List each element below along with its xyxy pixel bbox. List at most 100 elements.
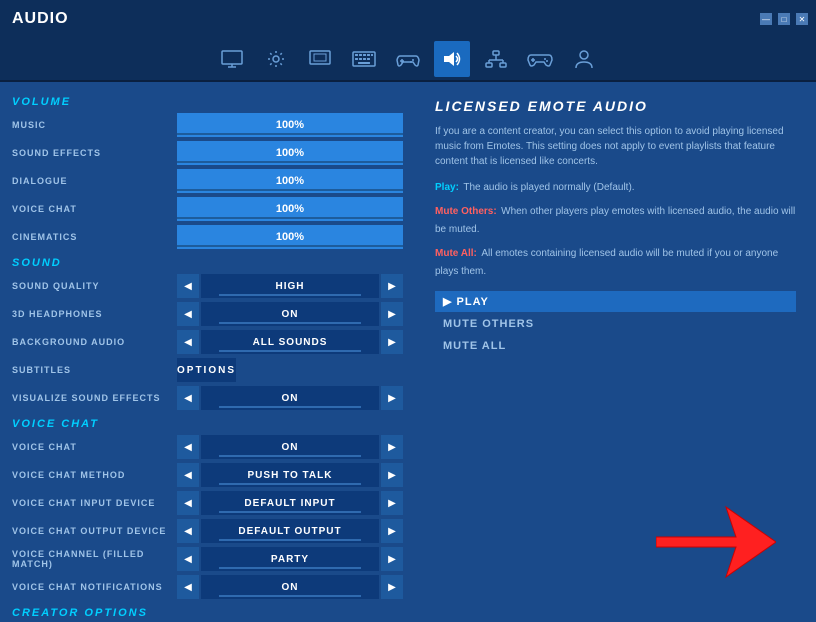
headphones-value: ON — [282, 309, 299, 320]
voice-channel-right[interactable]: ▶ — [381, 547, 403, 571]
voice-notifications-control: ◀ ON ▶ — [177, 575, 403, 599]
voice-chat-method-right[interactable]: ▶ — [381, 463, 403, 487]
sound-effects-value: 100% — [276, 147, 304, 159]
voice-input-right[interactable]: ▶ — [381, 491, 403, 515]
nav-keyboard[interactable] — [346, 41, 382, 77]
sound-section-header: SOUND — [4, 251, 411, 272]
mute-others-highlight-label: Mute Others: — [435, 206, 497, 217]
voice-input-left[interactable]: ◀ — [177, 491, 199, 515]
option-play[interactable]: ▶ PLAY — [435, 291, 796, 312]
voice-notifications-value: ON — [282, 582, 299, 593]
voice-chat-method-value-box: PUSH TO TALK — [201, 463, 379, 487]
info-paragraph: If you are a content creator, you can se… — [435, 124, 796, 169]
voice-chat-volume[interactable]: 100% — [177, 197, 403, 221]
voice-chat-value-box: ON — [201, 435, 379, 459]
cinematics-label: CINEMATICS — [12, 232, 177, 242]
emote-audio-options: ▶ PLAY MUTE OTHERS MUTE ALL — [435, 291, 796, 356]
background-audio-right[interactable]: ▶ — [381, 330, 403, 354]
voice-chat-method-left[interactable]: ◀ — [177, 463, 199, 487]
headphones-left[interactable]: ◀ — [177, 302, 199, 326]
voice-notifications-row: VOICE CHAT NOTIFICATIONS ◀ ON ▶ — [4, 573, 411, 601]
headphones-right[interactable]: ▶ — [381, 302, 403, 326]
minimize-button[interactable]: — — [760, 13, 772, 25]
volume-section-header: VOLUME — [4, 90, 411, 111]
nav-user[interactable] — [566, 41, 602, 77]
headphones-row: 3D HEADPHONES ◀ ON ▶ — [4, 300, 411, 328]
voice-notifications-value-box: ON — [201, 575, 379, 599]
visualize-left[interactable]: ◀ — [177, 386, 199, 410]
sound-quality-value-box: HIGH — [201, 274, 379, 298]
nav-bar — [0, 38, 816, 82]
subtitles-label: SUBTITLES — [12, 365, 177, 375]
voice-chat-volume-label: VOICE CHAT — [12, 204, 177, 214]
voice-channel-left[interactable]: ◀ — [177, 547, 199, 571]
voice-output-control: ◀ DEFAULT OUTPUT ▶ — [177, 519, 403, 543]
voice-input-value-box: DEFAULT INPUT — [201, 491, 379, 515]
voice-chat-row: VOICE CHAT ◀ ON ▶ — [4, 433, 411, 461]
background-audio-left[interactable]: ◀ — [177, 330, 199, 354]
voice-notifications-left[interactable]: ◀ — [177, 575, 199, 599]
info-panel-title: LICENSED EMOTE AUDIO — [435, 98, 796, 114]
right-panel: LICENSED EMOTE AUDIO If you are a conten… — [415, 82, 816, 622]
sound-quality-right[interactable]: ▶ — [381, 274, 403, 298]
dialogue-value: 100% — [276, 175, 304, 187]
background-audio-control: ◀ ALL SOUNDS ▶ — [177, 330, 403, 354]
voice-output-right[interactable]: ▶ — [381, 519, 403, 543]
mute-all-highlight-label: Mute All: — [435, 248, 477, 259]
nav-audio[interactable] — [434, 41, 470, 77]
sound-quality-control: ◀ HIGH ▶ — [177, 274, 403, 298]
visualize-value-box: ON — [201, 386, 379, 410]
nav-monitor[interactable] — [214, 41, 250, 77]
voice-notifications-right[interactable]: ▶ — [381, 575, 403, 599]
voice-input-value: DEFAULT INPUT — [244, 498, 335, 509]
play-highlight-label: Play: — [435, 182, 459, 193]
main-layout: VOLUME MUSIC 100% SOUND EFFECTS 100% DIA… — [0, 82, 816, 622]
voice-chat-left[interactable]: ◀ — [177, 435, 199, 459]
voice-output-row: VOICE CHAT OUTPUT DEVICE ◀ DEFAULT OUTPU… — [4, 517, 411, 545]
visualize-right[interactable]: ▶ — [381, 386, 403, 410]
nav-network[interactable] — [478, 41, 514, 77]
maximize-button[interactable]: □ — [778, 13, 790, 25]
voice-chat-method-value: PUSH TO TALK — [248, 470, 333, 481]
play-desc: The audio is played normally (Default). — [463, 182, 634, 193]
option-mute-others[interactable]: MUTE OTHERS — [435, 314, 796, 334]
visualize-value: ON — [282, 393, 299, 404]
red-arrow-indicator — [656, 502, 776, 582]
option-mute-all[interactable]: MUTE ALL — [435, 336, 796, 356]
sound-effects-label: SOUND EFFECTS — [12, 148, 177, 158]
title-bar: Audio — □ ✕ — [0, 0, 816, 38]
music-label: MUSIC — [12, 120, 177, 130]
subtitles-options[interactable]: OPTIONS — [177, 358, 236, 382]
voice-channel-label: VOICE CHANNEL (FILLED MATCH) — [12, 549, 177, 569]
headphones-label: 3D HEADPHONES — [12, 309, 177, 319]
voice-chat-method-row: VOICE CHAT METHOD ◀ PUSH TO TALK ▶ — [4, 461, 411, 489]
sound-quality-value: HIGH — [276, 281, 305, 292]
visualize-row: VISUALIZE SOUND EFFECTS ◀ ON ▶ — [4, 384, 411, 412]
background-audio-label: BACKGROUND AUDIO — [12, 337, 177, 347]
nav-controller[interactable] — [522, 41, 558, 77]
dialogue-volume[interactable]: 100% — [177, 169, 403, 193]
voice-output-value-box: DEFAULT OUTPUT — [201, 519, 379, 543]
sound-effects-volume[interactable]: 100% — [177, 141, 403, 165]
headphones-control: ◀ ON ▶ — [177, 302, 403, 326]
voice-chat-method-label: VOICE CHAT METHOD — [12, 470, 177, 480]
nav-display[interactable] — [302, 41, 338, 77]
dialogue-label: DIALOGUE — [12, 176, 177, 186]
nav-gear[interactable] — [258, 41, 294, 77]
headphones-value-box: ON — [201, 302, 379, 326]
music-volume[interactable]: 100% — [177, 113, 403, 137]
voice-chat-volume-row: VOICE CHAT 100% — [4, 195, 411, 223]
voice-output-left[interactable]: ◀ — [177, 519, 199, 543]
sound-quality-left[interactable]: ◀ — [177, 274, 199, 298]
voice-chat-right[interactable]: ▶ — [381, 435, 403, 459]
close-button[interactable]: ✕ — [796, 13, 808, 25]
background-audio-row: BACKGROUND AUDIO ◀ ALL SOUNDS ▶ — [4, 328, 411, 356]
visualize-control: ◀ ON ▶ — [177, 386, 403, 410]
subtitles-row: SUBTITLES OPTIONS — [4, 356, 411, 384]
nav-gamepad2[interactable] — [390, 41, 426, 77]
background-audio-value: ALL SOUNDS — [253, 337, 328, 348]
cinematics-row: CINEMATICS 100% — [4, 223, 411, 251]
cinematics-volume[interactable]: 100% — [177, 225, 403, 249]
dialogue-row: DIALOGUE 100% — [4, 167, 411, 195]
voice-input-control: ◀ DEFAULT INPUT ▶ — [177, 491, 403, 515]
